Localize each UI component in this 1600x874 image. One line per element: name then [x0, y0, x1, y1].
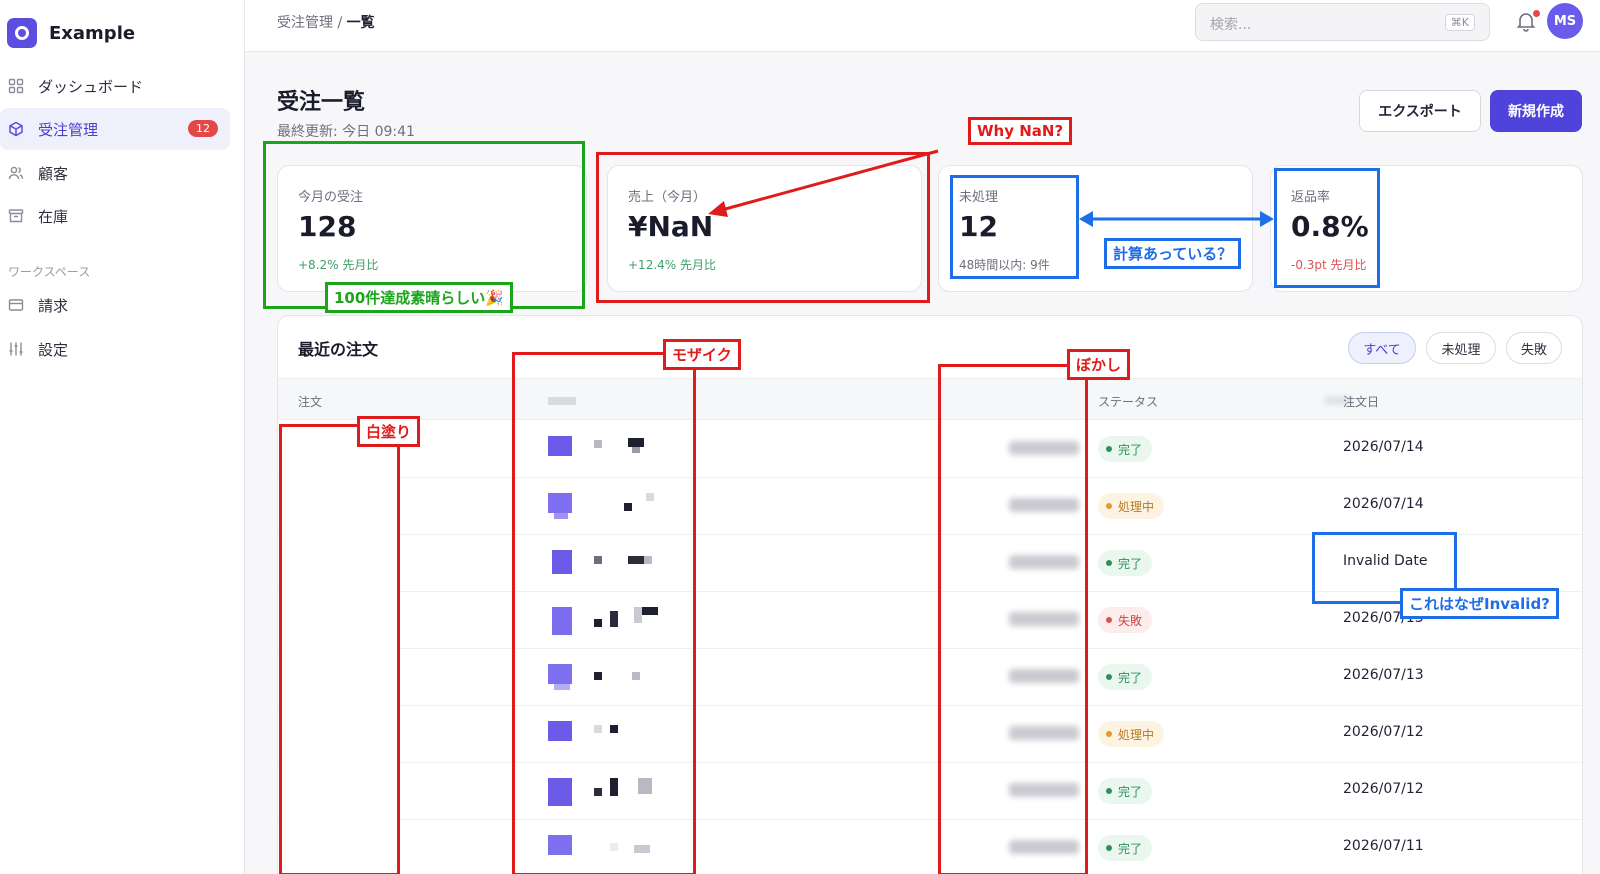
sidebar-item-label: 在庫 — [38, 207, 69, 226]
column-header-status[interactable]: ステータス — [1098, 393, 1158, 410]
cube-icon — [8, 121, 24, 137]
sidebar-item-label: 設定 — [38, 340, 69, 359]
topbar: 受注管理 / 一覧 検索... ⌘K MS — [245, 0, 1600, 52]
annotation-box-whiteout — [279, 424, 400, 874]
status-badge: 処理中 — [1098, 721, 1165, 747]
sidebar-section-workspace: ワークスペース — [8, 265, 91, 279]
export-button[interactable]: エクスポート — [1359, 90, 1481, 132]
status-badge: 完了 — [1098, 664, 1153, 690]
annotation-box-return — [1274, 168, 1380, 288]
panel-title: 最近の注文 — [298, 340, 379, 359]
column-header-date[interactable]: 注文日 — [1343, 393, 1379, 410]
status-badge: 処理中 — [1098, 493, 1165, 519]
page-title: 受注一覧 — [277, 90, 366, 115]
status-text: 処理中 — [1118, 727, 1155, 742]
annotation-mosaic: モザイク — [663, 339, 741, 370]
status-dot-icon — [1106, 560, 1112, 566]
orders-count-badge: 12 — [188, 120, 218, 137]
status-dot-icon — [1106, 731, 1112, 737]
sidebar-item-inventory[interactable]: 在庫 — [0, 195, 230, 237]
order-date: 2026/07/14 — [1343, 439, 1424, 455]
annotation-box-blur — [938, 364, 1088, 874]
sidebar-item-label: 請求 — [38, 296, 69, 315]
app-logo-icon — [7, 18, 37, 48]
status-badge: 完了 — [1098, 835, 1153, 861]
status-badge: 失敗 — [1098, 607, 1153, 633]
annotation-achievement: 100件達成素晴らしい🎉 — [325, 282, 513, 313]
search-placeholder: 検索... — [1210, 17, 1252, 33]
annotation-box-pending — [950, 175, 1079, 279]
breadcrumb: 受注管理 / 一覧 — [277, 12, 375, 32]
status-badge: 完了 — [1098, 550, 1153, 576]
status-text: 完了 — [1118, 841, 1143, 856]
table-row[interactable]: 処理中 2026/07/14 — [278, 477, 1582, 535]
filter-pending[interactable]: 未処理 — [1426, 332, 1496, 364]
annotation-invalid-question: これはなぜInvalid? — [1400, 588, 1559, 619]
sidebar-item-settings[interactable]: 設定 — [0, 328, 230, 370]
table-row[interactable]: 完了 2026/07/13 — [278, 648, 1582, 706]
table-header: 注文 ステータス 注文日 — [278, 378, 1582, 420]
annotation-whiteout: 白塗り — [357, 416, 421, 447]
sidebar-item-label: ダッシュボード — [38, 77, 144, 96]
filter-failed[interactable]: 失敗 — [1506, 332, 1562, 364]
sliders-icon — [8, 341, 24, 357]
annotation-blur: ぼかし — [1067, 349, 1131, 380]
order-date: 2026/07/11 — [1343, 838, 1424, 854]
column-header-order[interactable]: 注文 — [298, 393, 322, 410]
sidebar-item-billing[interactable]: 請求 — [0, 284, 230, 326]
annotation-arrow-red — [708, 149, 939, 217]
status-text: 処理中 — [1118, 499, 1155, 514]
archive-icon — [8, 208, 24, 224]
table-row[interactable]: 完了 2026/07/11 — [278, 819, 1582, 874]
avatar[interactable]: MS — [1547, 3, 1583, 39]
sidebar-item-customers[interactable]: 顧客 — [0, 152, 230, 194]
annotation-calc-check: 計算あっている？ — [1104, 238, 1242, 269]
last-updated-text: 最終更新: 今日 09:41 — [277, 124, 415, 140]
breadcrumb-separator: / — [333, 15, 347, 31]
brand[interactable]: Example — [7, 18, 135, 48]
status-text: 完了 — [1118, 670, 1143, 685]
search-input[interactable]: 検索... ⌘K — [1195, 3, 1490, 41]
status-text: 完了 — [1118, 784, 1143, 799]
status-dot-icon — [1106, 446, 1112, 452]
app-name: Example — [49, 22, 136, 44]
status-dot-icon — [1106, 845, 1112, 851]
status-badge: 完了 — [1098, 436, 1153, 462]
status-dot-icon — [1106, 617, 1112, 623]
breadcrumb-parent[interactable]: 受注管理 — [277, 15, 333, 31]
annotation-double-arrow-blue — [1079, 211, 1274, 227]
credit-card-icon — [8, 297, 24, 313]
status-text: 完了 — [1118, 442, 1143, 457]
users-icon — [8, 165, 24, 181]
order-date: 2026/07/13 — [1343, 667, 1424, 683]
table-row[interactable]: 完了 2026/07/14 — [278, 420, 1582, 478]
annotation-box-mosaic — [512, 352, 696, 874]
sidebar-item-label: 顧客 — [38, 164, 69, 183]
table-row[interactable]: 完了 2026/07/12 — [278, 762, 1582, 820]
new-order-button[interactable]: 新規作成 — [1490, 90, 1582, 132]
sidebar: Example ダッシュボード 受注管理 12 顧客 在庫 ワークスペース 請求 — [0, 0, 245, 874]
order-date: 2026/07/12 — [1343, 724, 1424, 740]
status-dot-icon — [1106, 674, 1112, 680]
status-dot-icon — [1106, 503, 1112, 509]
status-badge: 完了 — [1098, 778, 1153, 804]
annotation-why-nan: Why NaN? — [968, 117, 1073, 145]
status-text: 失敗 — [1118, 613, 1143, 628]
table-row[interactable]: 処理中 2026/07/12 — [278, 705, 1582, 763]
status-text: 完了 — [1118, 556, 1143, 571]
notification-dot — [1533, 10, 1540, 17]
order-date: 2026/07/12 — [1343, 781, 1424, 797]
sidebar-item-orders[interactable]: 受注管理 12 — [0, 108, 230, 150]
status-dot-icon — [1106, 788, 1112, 794]
breadcrumb-current: 一覧 — [346, 15, 375, 31]
order-date: 2026/07/14 — [1343, 496, 1424, 512]
filter-all[interactable]: すべて — [1348, 332, 1416, 364]
sidebar-item-label: 受注管理 — [38, 120, 99, 139]
search-shortcut-hint: ⌘K — [1444, 14, 1475, 31]
grid-icon — [8, 78, 24, 94]
sidebar-item-dashboard[interactable]: ダッシュボード — [0, 65, 230, 107]
